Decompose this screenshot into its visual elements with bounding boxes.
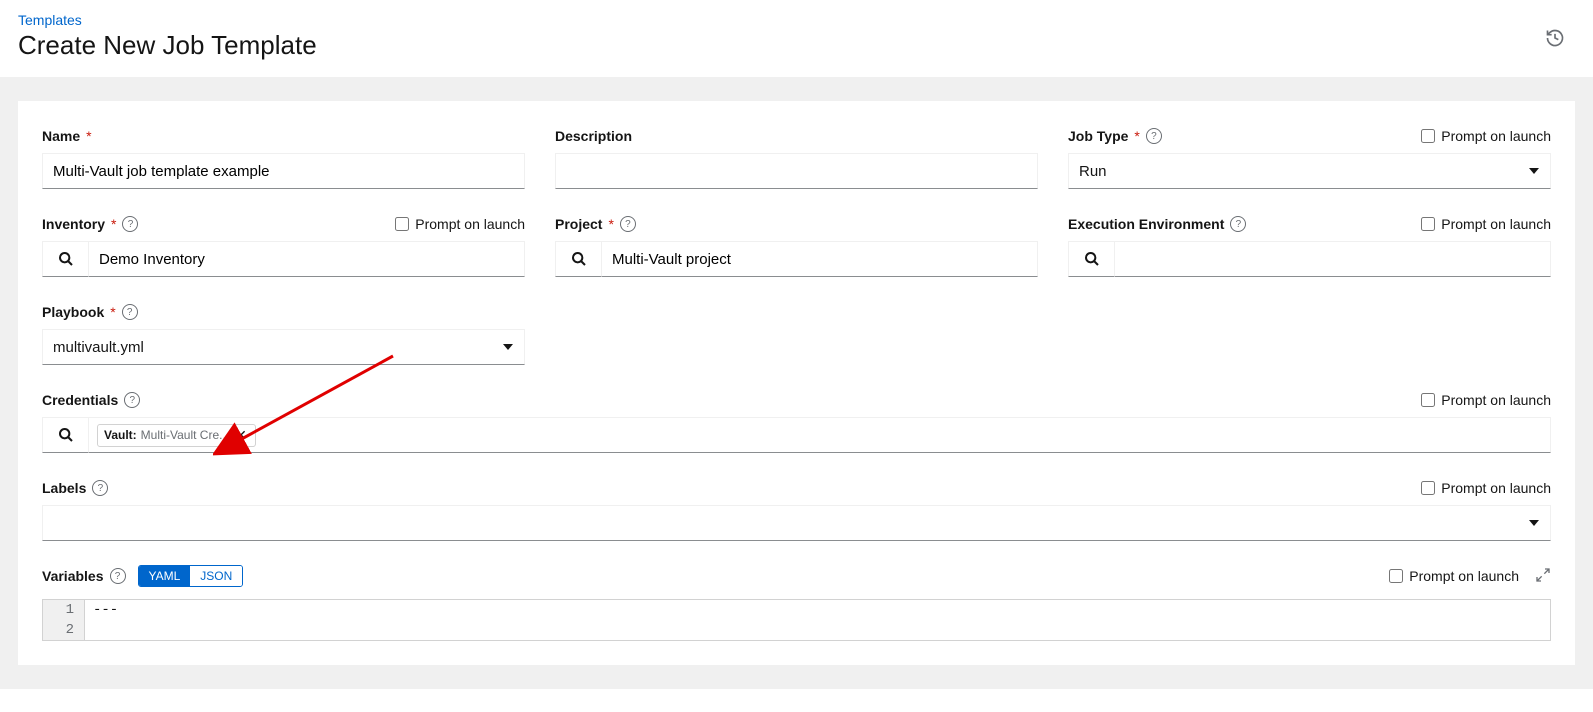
- help-icon[interactable]: ?: [1146, 128, 1162, 144]
- labels-select[interactable]: [42, 505, 1551, 541]
- page-header: Templates Create New Job Template: [0, 0, 1593, 77]
- field-name: Name *: [42, 125, 525, 189]
- form-card: Name * Description Job Type: [18, 101, 1575, 665]
- editor-code-line[interactable]: ---: [85, 600, 1550, 620]
- label-description: Description: [555, 128, 632, 144]
- chip-type: Vault:: [104, 428, 137, 442]
- project-lookup-button[interactable]: [555, 241, 601, 277]
- exec-env-lookup-button[interactable]: [1068, 241, 1114, 277]
- credentials-chip-area[interactable]: Vault: Multi-Vault Cre... ✕: [88, 417, 1551, 453]
- expand-icon[interactable]: [1535, 567, 1551, 586]
- label-project: Project: [555, 216, 602, 232]
- required-indicator: *: [608, 216, 613, 232]
- required-indicator: *: [110, 304, 115, 320]
- toggle-yaml[interactable]: YAML: [139, 566, 191, 586]
- label-variables: Variables: [42, 568, 104, 584]
- editor-gutter: 1: [43, 600, 85, 620]
- field-project: Project * ?: [555, 213, 1038, 277]
- field-playbook: Playbook * ? multivault.yml: [42, 301, 525, 365]
- credential-chip: Vault: Multi-Vault Cre... ✕: [97, 424, 256, 447]
- field-job-type: Job Type * ? Prompt on launch Run: [1068, 125, 1551, 189]
- prompt-job-type[interactable]: Prompt on launch: [1421, 128, 1551, 144]
- prompt-label: Prompt on launch: [415, 216, 525, 232]
- help-icon[interactable]: ?: [92, 480, 108, 496]
- prompt-labels-checkbox[interactable]: [1421, 481, 1435, 495]
- field-variables: Variables ? YAML JSON Prompt on launch: [42, 565, 1551, 641]
- prompt-label: Prompt on launch: [1441, 216, 1551, 232]
- label-inventory: Inventory: [42, 216, 105, 232]
- variables-editor[interactable]: 1 --- 2: [42, 599, 1551, 641]
- field-inventory: Inventory * ? Prompt on launch: [42, 213, 525, 277]
- help-icon[interactable]: ?: [110, 568, 126, 584]
- prompt-label: Prompt on launch: [1441, 128, 1551, 144]
- field-description: Description: [555, 125, 1038, 189]
- required-indicator: *: [86, 128, 91, 144]
- help-icon[interactable]: ?: [122, 304, 138, 320]
- field-exec-env: Execution Environment ? Prompt on launch: [1068, 213, 1551, 277]
- prompt-exec-env-checkbox[interactable]: [1421, 217, 1435, 231]
- chip-name: Multi-Vault Cre...: [141, 428, 229, 442]
- chip-remove-icon[interactable]: ✕: [233, 427, 249, 444]
- help-icon[interactable]: ?: [1230, 216, 1246, 232]
- prompt-inventory-checkbox[interactable]: [395, 217, 409, 231]
- job-type-select[interactable]: Run: [1068, 153, 1551, 189]
- breadcrumb-link[interactable]: Templates: [18, 12, 1575, 28]
- help-icon[interactable]: ?: [124, 392, 140, 408]
- prompt-label: Prompt on launch: [1409, 568, 1519, 584]
- editor-code-line[interactable]: [85, 620, 1550, 640]
- prompt-variables-checkbox[interactable]: [1389, 569, 1403, 583]
- prompt-variables[interactable]: Prompt on launch: [1389, 568, 1519, 584]
- exec-env-input[interactable]: [1114, 241, 1551, 277]
- editor-gutter: 2: [43, 620, 85, 640]
- field-credentials: Credentials ? Prompt on launch Vault:: [42, 389, 1551, 453]
- prompt-credentials-checkbox[interactable]: [1421, 393, 1435, 407]
- label-exec-env: Execution Environment: [1068, 216, 1224, 232]
- credentials-lookup-button[interactable]: [42, 417, 88, 453]
- prompt-exec-env[interactable]: Prompt on launch: [1421, 216, 1551, 232]
- required-indicator: *: [111, 216, 116, 232]
- label-name: Name: [42, 128, 80, 144]
- content-background: Name * Description Job Type: [0, 77, 1593, 689]
- help-icon[interactable]: ?: [122, 216, 138, 232]
- label-credentials: Credentials: [42, 392, 118, 408]
- project-input[interactable]: [601, 241, 1038, 277]
- playbook-select[interactable]: multivault.yml: [42, 329, 525, 365]
- name-input[interactable]: [42, 153, 525, 189]
- prompt-job-type-checkbox[interactable]: [1421, 129, 1435, 143]
- label-playbook: Playbook: [42, 304, 104, 320]
- description-input[interactable]: [555, 153, 1038, 189]
- prompt-labels[interactable]: Prompt on launch: [1421, 480, 1551, 496]
- required-indicator: *: [1134, 128, 1139, 144]
- format-toggle: YAML JSON: [138, 565, 244, 587]
- page-title: Create New Job Template: [18, 30, 1575, 61]
- label-labels: Labels: [42, 480, 86, 496]
- field-labels: Labels ? Prompt on launch: [42, 477, 1551, 541]
- prompt-credentials[interactable]: Prompt on launch: [1421, 392, 1551, 408]
- history-icon[interactable]: [1545, 28, 1565, 51]
- label-job-type: Job Type: [1068, 128, 1128, 144]
- prompt-label: Prompt on launch: [1441, 480, 1551, 496]
- inventory-input[interactable]: [88, 241, 525, 277]
- toggle-json[interactable]: JSON: [190, 566, 242, 586]
- help-icon[interactable]: ?: [620, 216, 636, 232]
- inventory-lookup-button[interactable]: [42, 241, 88, 277]
- prompt-label: Prompt on launch: [1441, 392, 1551, 408]
- prompt-inventory[interactable]: Prompt on launch: [395, 216, 525, 232]
